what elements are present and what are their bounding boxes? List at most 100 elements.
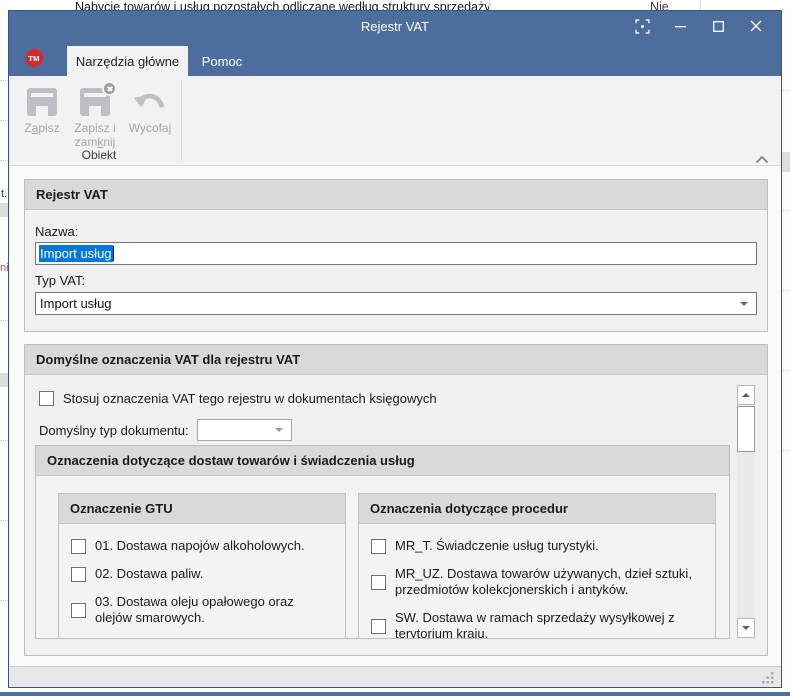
background-cell-fragment: [782, 152, 790, 172]
name-input[interactable]: Import usług: [35, 242, 757, 265]
scroll-down-button[interactable]: [737, 618, 755, 638]
ribbon: Zapisz Zapisz izamknij Wycofaj Obiekt: [9, 76, 781, 166]
apply-markings-label: Stosuj oznaczenia VAT tego rejestru w do…: [63, 391, 437, 406]
maximize-button[interactable]: [699, 13, 737, 39]
background-gridline: [782, 370, 790, 371]
background-left-strip: t. nii: [0, 10, 8, 692]
background-gridline: [0, 160, 8, 161]
supplies-panel-body: Oznaczenie GTU 01. Dostawa napojów alkoh…: [36, 476, 729, 638]
gtu-checkbox[interactable]: [71, 603, 86, 618]
gtu-checkbox-label: 03. Dostawa oleju opałowego oraz olejów …: [95, 594, 333, 626]
background-gridline: [782, 210, 790, 211]
chevron-down-icon: [275, 428, 283, 432]
background-window-edge: [0, 692, 790, 696]
ribbon-separator: [181, 79, 182, 161]
defaults-groupbox: Domyślne oznaczenia VAT dla rejestru VAT…: [24, 344, 768, 656]
doc-type-row: Domyślny typ dokumentu:: [39, 419, 292, 441]
minimize-button[interactable]: [661, 13, 699, 39]
background-gridline: [0, 320, 8, 321]
undo-icon: [134, 88, 166, 116]
procedure-checkbox[interactable]: [371, 619, 386, 634]
register-group-header: Rejestr VAT: [25, 180, 767, 210]
fit-to-screen-icon: [635, 19, 650, 34]
apply-markings-checkbox[interactable]: [39, 391, 54, 406]
vat-type-value: Import usług: [40, 296, 112, 311]
tab-narzedzia-glowne[interactable]: Narzędzia główne: [67, 46, 188, 76]
procedure-checkbox[interactable]: [371, 575, 386, 590]
background-cell-fragment: [0, 203, 8, 217]
procedure-checkbox[interactable]: [371, 539, 386, 554]
background-row-value: Nie: [650, 0, 669, 10]
close-button[interactable]: [737, 13, 775, 39]
rejestr-vat-dialog: Rejestr VAT: [8, 10, 782, 688]
scroll-up-button[interactable]: [737, 385, 755, 405]
defaults-group-header: Domyślne oznaczenia VAT dla rejestru VAT: [25, 345, 767, 375]
supplies-panel-header: Oznaczenia dotyczące dostaw towarów i św…: [36, 446, 729, 476]
maximize-icon: [713, 21, 724, 32]
vertical-scrollbar[interactable]: [737, 385, 755, 638]
background-gridline: [782, 450, 790, 451]
fit-to-screen-button[interactable]: [623, 13, 661, 39]
background-gridline: [0, 120, 8, 121]
background-row-text: Nabycie towarów i usług pozostałych odli…: [75, 0, 490, 10]
background-table-row: Nabycie towarów i usług pozostałych odli…: [0, 0, 790, 10]
tab-pomoc[interactable]: Pomoc: [188, 46, 256, 76]
procedure-check-row: SW. Dostawa w ramach sprzedaży wysyłkowe…: [359, 610, 715, 638]
status-bar: [9, 666, 781, 687]
background-cell-fragment: [0, 373, 8, 387]
title-bar: Rejestr VAT: [9, 11, 781, 76]
doc-type-label: Domyślny typ dokumentu:: [39, 423, 189, 438]
save-and-close-button-label: Zapisz izamknij: [74, 121, 115, 149]
procedure-checkbox-label: MR_UZ. Dostawa towarów używanych, dzieł …: [395, 566, 703, 598]
gtu-checkbox-label: 02. Dostawa paliw.: [95, 566, 203, 582]
minimize-icon: [675, 21, 686, 32]
background-gridline: [0, 80, 8, 81]
supplies-panel: Oznaczenia dotyczące dostaw towarów i św…: [35, 445, 730, 639]
app-logo: TM: [25, 49, 43, 67]
gtu-groupbox: Oznaczenie GTU 01. Dostawa napojów alkoh…: [58, 493, 346, 638]
close-badge-icon: [102, 81, 117, 96]
gtu-checkbox-label: 01. Dostawa napojów alkoholowych.: [95, 538, 305, 554]
vat-type-dropdown[interactable]: Import usług: [35, 292, 757, 315]
vat-type-label: Typ VAT:: [35, 273, 85, 288]
ribbon-group-label: Obiekt: [19, 148, 179, 162]
text-caret: [113, 246, 114, 261]
background-column-divider: [489, 0, 490, 10]
triangle-up-icon: [742, 393, 750, 397]
background-text-fragment: t.: [1, 188, 7, 200]
resize-grip[interactable]: [762, 671, 775, 684]
close-icon: [750, 20, 762, 32]
procedures-groupbox: Oznaczenia dotyczące procedur MR_T. Świa…: [358, 493, 716, 638]
procedure-check-row: MR_T. Świadczenie usług turystyki.: [359, 538, 715, 554]
undo-button-label: Wycofaj: [129, 121, 172, 135]
background-column-divider: [700, 0, 701, 10]
gtu-checkbox[interactable]: [71, 567, 86, 582]
gtu-check-row: 03. Dostawa oleju opałowego oraz olejów …: [59, 594, 345, 626]
procedure-check-row: MR_UZ. Dostawa towarów używanych, dzieł …: [359, 566, 715, 598]
save-icon: [27, 88, 57, 116]
triangle-down-icon: [742, 626, 750, 630]
gtu-check-row: 01. Dostawa napojów alkoholowych.: [59, 538, 345, 554]
collapse-ribbon-button[interactable]: [755, 151, 771, 161]
background-right-strip: [782, 10, 790, 692]
gtu-group-header: Oznaczenie GTU: [59, 494, 345, 524]
procedures-check-list: MR_T. Świadczenie usług turystyki. MR_UZ…: [359, 524, 715, 638]
window-controls: [623, 13, 775, 39]
doc-type-dropdown[interactable]: [197, 419, 292, 441]
procedures-group-header: Oznaczenia dotyczące procedur: [359, 494, 715, 524]
gtu-check-row: 02. Dostawa paliw.: [59, 566, 345, 582]
background-gridline: [0, 440, 8, 441]
procedure-checkbox-label: SW. Dostawa w ramach sprzedaży wysyłkowe…: [395, 610, 703, 638]
background-text-fragment: nii: [0, 262, 8, 274]
selected-text: Import usług: [39, 245, 113, 262]
gtu-check-list: 01. Dostawa napojów alkoholowych. 02. Do…: [59, 524, 345, 626]
background-gridline: [0, 520, 8, 521]
gtu-checkbox[interactable]: [71, 539, 86, 554]
chevron-up-icon: [755, 155, 769, 164]
background-gridline: [782, 290, 790, 291]
scrollbar-thumb[interactable]: [737, 406, 755, 452]
background-gridline: [0, 600, 8, 601]
name-label: Nazwa:: [35, 224, 78, 239]
chevron-down-icon: [740, 302, 748, 306]
save-and-close-icon: [80, 88, 110, 116]
